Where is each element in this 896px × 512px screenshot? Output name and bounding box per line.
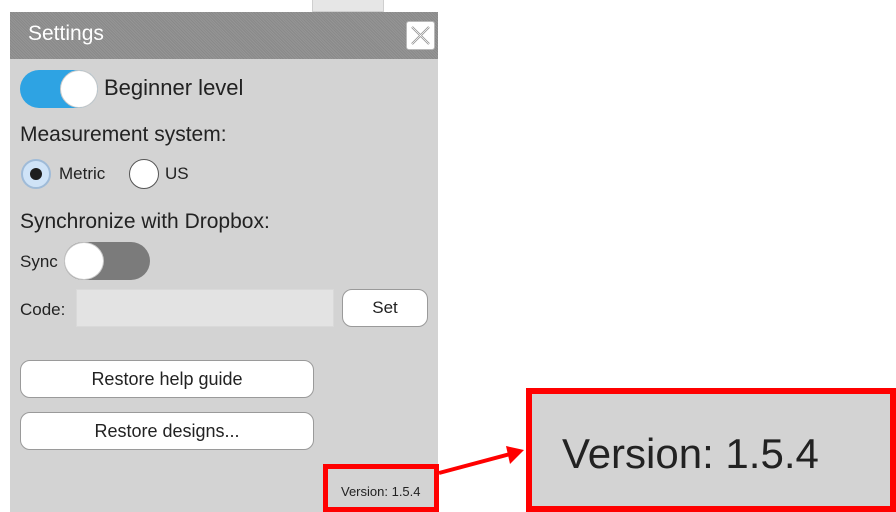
top-tab — [312, 0, 384, 12]
code-label: Code: — [20, 300, 66, 319]
close-x-icon — [411, 26, 430, 45]
version-label: Version: 1.5.4 — [341, 484, 421, 499]
measurement-heading: Measurement system: — [20, 123, 227, 146]
us-label: US — [165, 164, 189, 183]
metric-radio[interactable] — [21, 159, 51, 189]
sync-label: Sync — [20, 252, 58, 271]
beginner-level-label: Beginner level — [104, 75, 244, 100]
restore-designs-button[interactable]: Restore designs... — [20, 412, 314, 450]
toggle-knob — [64, 242, 104, 280]
callout-arrow-icon — [438, 446, 524, 475]
sync-heading: Synchronize with Dropbox: — [20, 210, 270, 233]
restore-help-guide-button[interactable]: Restore help guide — [20, 360, 314, 398]
toggle-knob — [60, 70, 98, 108]
version-zoom-callout: Version: 1.5.4 — [526, 388, 896, 512]
version-zoom-label: Version: 1.5.4 — [562, 430, 819, 477]
settings-dialog: Settings Beginner level Measurement syst… — [10, 12, 438, 512]
code-input[interactable] — [76, 289, 334, 327]
beginner-level-toggle[interactable] — [20, 70, 98, 108]
dialog-title: Settings — [28, 22, 104, 45]
close-button[interactable] — [406, 21, 435, 50]
set-button[interactable]: Set — [342, 289, 428, 327]
sync-toggle[interactable] — [64, 242, 150, 280]
radio-dot — [30, 168, 42, 180]
title-bar: Settings — [10, 12, 438, 59]
metric-label: Metric — [59, 164, 106, 183]
us-radio[interactable] — [129, 159, 159, 189]
